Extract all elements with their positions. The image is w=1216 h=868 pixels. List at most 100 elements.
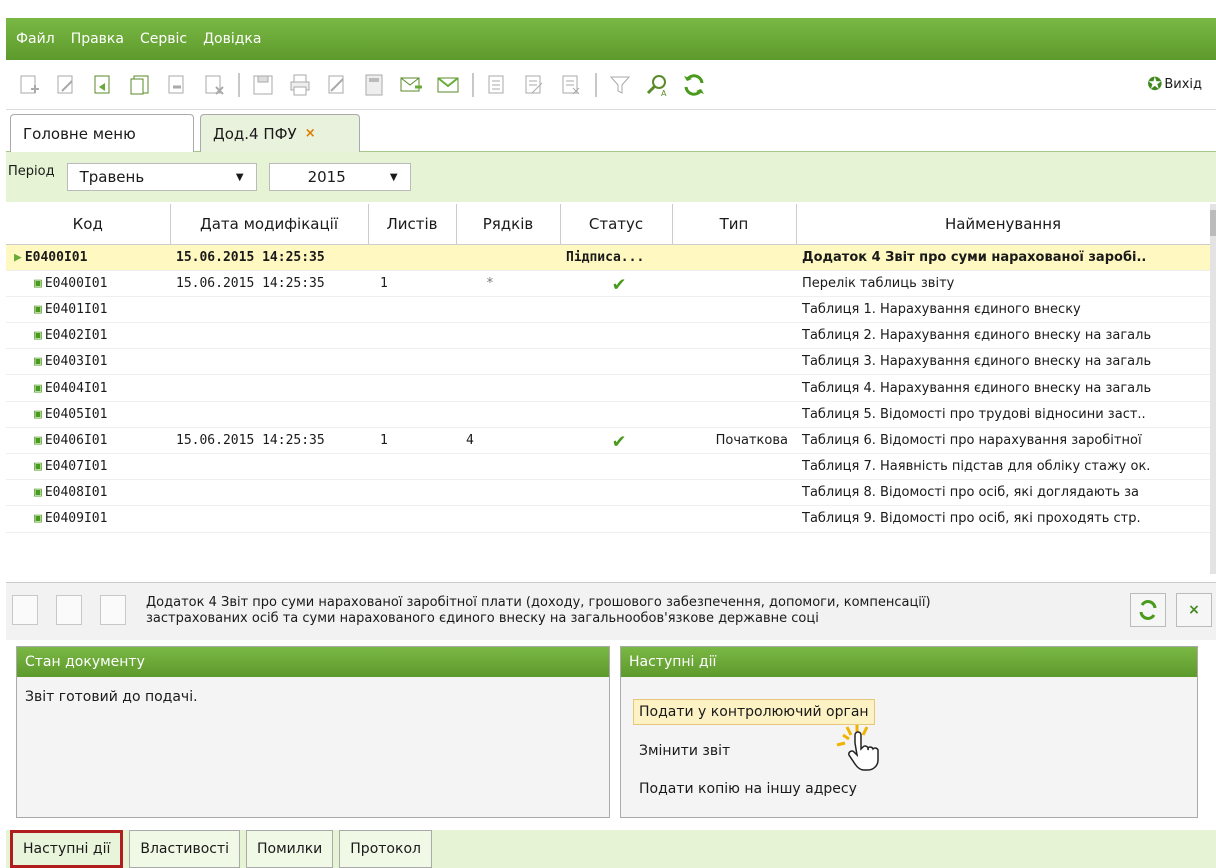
menu-file[interactable]: Файл bbox=[16, 31, 55, 47]
cell-code: ▣ E0401I01 bbox=[6, 296, 170, 324]
code-text: E0407I01 bbox=[44, 459, 108, 475]
refresh-button[interactable] bbox=[1130, 593, 1166, 627]
cell-code: ▣ E0406I01 bbox=[6, 427, 170, 455]
table-row[interactable]: ▣ E0409I01 Таблиця 9. Відомості про осіб, … bbox=[6, 505, 1210, 533]
tab-main-menu[interactable]: Головне меню bbox=[10, 114, 194, 152]
cell-sheets: 1 bbox=[368, 270, 456, 297]
table-row[interactable]: ▣ E0405I01 Таблиця 5. Відомості про трудов… bbox=[6, 401, 1210, 428]
col-header-status[interactable]: Статус bbox=[560, 204, 673, 245]
list-delete-icon[interactable] bbox=[558, 72, 584, 98]
print-icon[interactable] bbox=[56, 595, 82, 625]
cell-name: Таблиця 4. Нарахування єдиного внеску на… bbox=[796, 374, 1210, 402]
sign-icon[interactable] bbox=[324, 72, 350, 98]
cell-name: Таблиця 8. Відомості про осіб, які догля… bbox=[796, 479, 1210, 507]
cell-date bbox=[170, 453, 368, 481]
tab-next-actions[interactable]: Наступні дії bbox=[10, 830, 124, 868]
status-text: Звіт готовий до подачі. bbox=[25, 689, 198, 705]
list-add-icon[interactable] bbox=[484, 72, 510, 98]
tab-properties[interactable]: Властивості bbox=[129, 830, 241, 868]
code-text: E0400I01 bbox=[24, 249, 88, 265]
year-select[interactable]: 2015 ▼ bbox=[268, 163, 411, 191]
print-icon[interactable] bbox=[287, 72, 313, 98]
edit-document-icon[interactable] bbox=[53, 72, 79, 98]
cell-lines: * bbox=[456, 270, 560, 297]
cell-sheets bbox=[368, 401, 456, 428]
table-row[interactable]: ▣ E0401I01 Таблиця 1. Нарахування єдиного … bbox=[6, 296, 1210, 324]
code-text: E0402I01 bbox=[44, 328, 108, 344]
cell-lines bbox=[456, 453, 560, 481]
cell-sheets bbox=[368, 374, 456, 402]
table-row[interactable]: ▣ E0402I01 Таблиця 2. Нарахування єдиного … bbox=[6, 322, 1210, 350]
cell-type bbox=[672, 479, 796, 507]
cell-sheets bbox=[368, 244, 456, 271]
col-header-type[interactable]: Тип bbox=[672, 204, 797, 245]
cell-date bbox=[170, 505, 368, 533]
code-text: E0401I01 bbox=[44, 301, 108, 317]
cell-name: Перелік таблиць звіту bbox=[796, 270, 1210, 297]
table-row[interactable]: ▣ E0400I01 15.06.2015 14:25:35 1 * ✔ Перелік т… bbox=[6, 270, 1210, 297]
cell-name: Додаток 4 Звіт про суми нарахованої заро… bbox=[796, 244, 1210, 271]
cell-status: ✔ bbox=[560, 427, 672, 455]
action-submit-copy[interactable]: Подати копію на іншу адресу bbox=[639, 781, 857, 797]
table-icon: ▣ bbox=[34, 275, 42, 291]
cell-type bbox=[672, 505, 796, 533]
refresh-icon[interactable] bbox=[681, 72, 707, 98]
receive-mail-icon[interactable] bbox=[435, 72, 461, 98]
code-text: E0408I01 bbox=[44, 485, 108, 501]
col-header-lines[interactable]: Рядків bbox=[456, 204, 561, 245]
col-header-code[interactable]: Код bbox=[6, 204, 171, 245]
tab-label: Дод.4 ПФУ bbox=[213, 124, 297, 143]
table-row[interactable]: ▣ E0403I01 Таблиця 3. Нарахування єдиного … bbox=[6, 348, 1210, 376]
cell-lines bbox=[456, 374, 560, 402]
col-header-name[interactable]: Найменування bbox=[796, 204, 1211, 245]
table-icon: ▣ bbox=[34, 459, 42, 475]
import-document-icon[interactable] bbox=[164, 72, 190, 98]
col-header-date[interactable]: Дата модифікації bbox=[170, 204, 369, 245]
table-icon: ▣ bbox=[34, 328, 42, 344]
svg-text:A: A bbox=[661, 89, 667, 97]
close-button[interactable]: × bbox=[1176, 593, 1212, 627]
menu-bar: Файл Правка Сервіс Довідка bbox=[6, 18, 1216, 60]
send-mail-icon[interactable] bbox=[398, 72, 424, 98]
table-icon: ▣ bbox=[34, 380, 42, 396]
list-edit-icon[interactable] bbox=[521, 72, 547, 98]
save-icon[interactable] bbox=[12, 595, 38, 625]
table-row[interactable]: ▣ E0407I01 Таблиця 7. Наявність підстав дл… bbox=[6, 453, 1210, 481]
table-row[interactable]: ▣ E0404I01 Таблиця 4. Нарахування єдиного … bbox=[6, 374, 1210, 402]
action-change-report[interactable]: Змінити звіт bbox=[639, 743, 730, 759]
menu-edit[interactable]: Правка bbox=[71, 31, 124, 47]
cell-name: Таблиця 1. Нарахування єдиного внеску bbox=[796, 296, 1210, 324]
menu-help[interactable]: Довідка bbox=[203, 31, 261, 47]
calculator-icon[interactable] bbox=[361, 72, 387, 98]
col-header-sheets[interactable]: Листів bbox=[368, 204, 457, 245]
exit-button[interactable]: ✪ Вихід bbox=[1147, 74, 1202, 95]
add-document-icon[interactable] bbox=[16, 72, 42, 98]
delete-document-icon[interactable] bbox=[201, 72, 227, 98]
cell-type: Початкова bbox=[672, 427, 796, 455]
menu-service[interactable]: Сервіс bbox=[140, 31, 187, 47]
tab-errors[interactable]: Помилки bbox=[246, 830, 334, 868]
filter-icon[interactable] bbox=[607, 72, 633, 98]
folder-open-icon: ▶ bbox=[14, 249, 22, 265]
close-icon[interactable]: × bbox=[305, 126, 316, 141]
search-icon[interactable]: A bbox=[644, 72, 670, 98]
edit-icon[interactable] bbox=[100, 595, 126, 625]
save-icon[interactable] bbox=[250, 72, 276, 98]
cell-status bbox=[560, 296, 672, 324]
table-row[interactable]: ▣ E0406I01 15.06.2015 14:25:35 1 4 ✔ Початкова… bbox=[6, 427, 1210, 455]
exit-runner-icon: ✪ bbox=[1147, 74, 1163, 95]
table-scrollbar-thumb[interactable] bbox=[1210, 210, 1216, 236]
open-document-icon[interactable] bbox=[90, 72, 116, 98]
table-scrollbar[interactable] bbox=[1210, 204, 1216, 574]
cell-date: 15.06.2015 14:25:35 bbox=[170, 244, 368, 271]
tab-dod4-pfu[interactable]: Дод.4 ПФУ × bbox=[200, 114, 360, 152]
copy-document-icon[interactable] bbox=[127, 72, 153, 98]
table-icon: ▣ bbox=[34, 432, 42, 448]
exit-label: Вихід bbox=[1164, 77, 1202, 92]
month-select[interactable]: Травень ▼ bbox=[66, 163, 257, 191]
tab-protocol[interactable]: Протокол bbox=[339, 830, 432, 868]
cell-lines bbox=[456, 401, 560, 428]
cell-sheets bbox=[368, 296, 456, 324]
table-row[interactable]: ▶ E0400I01 15.06.2015 14:25:35 Підписа... До… bbox=[6, 244, 1210, 271]
table-row[interactable]: ▣ E0408I01 Таблиця 8. Відомості про осіб, … bbox=[6, 479, 1210, 507]
